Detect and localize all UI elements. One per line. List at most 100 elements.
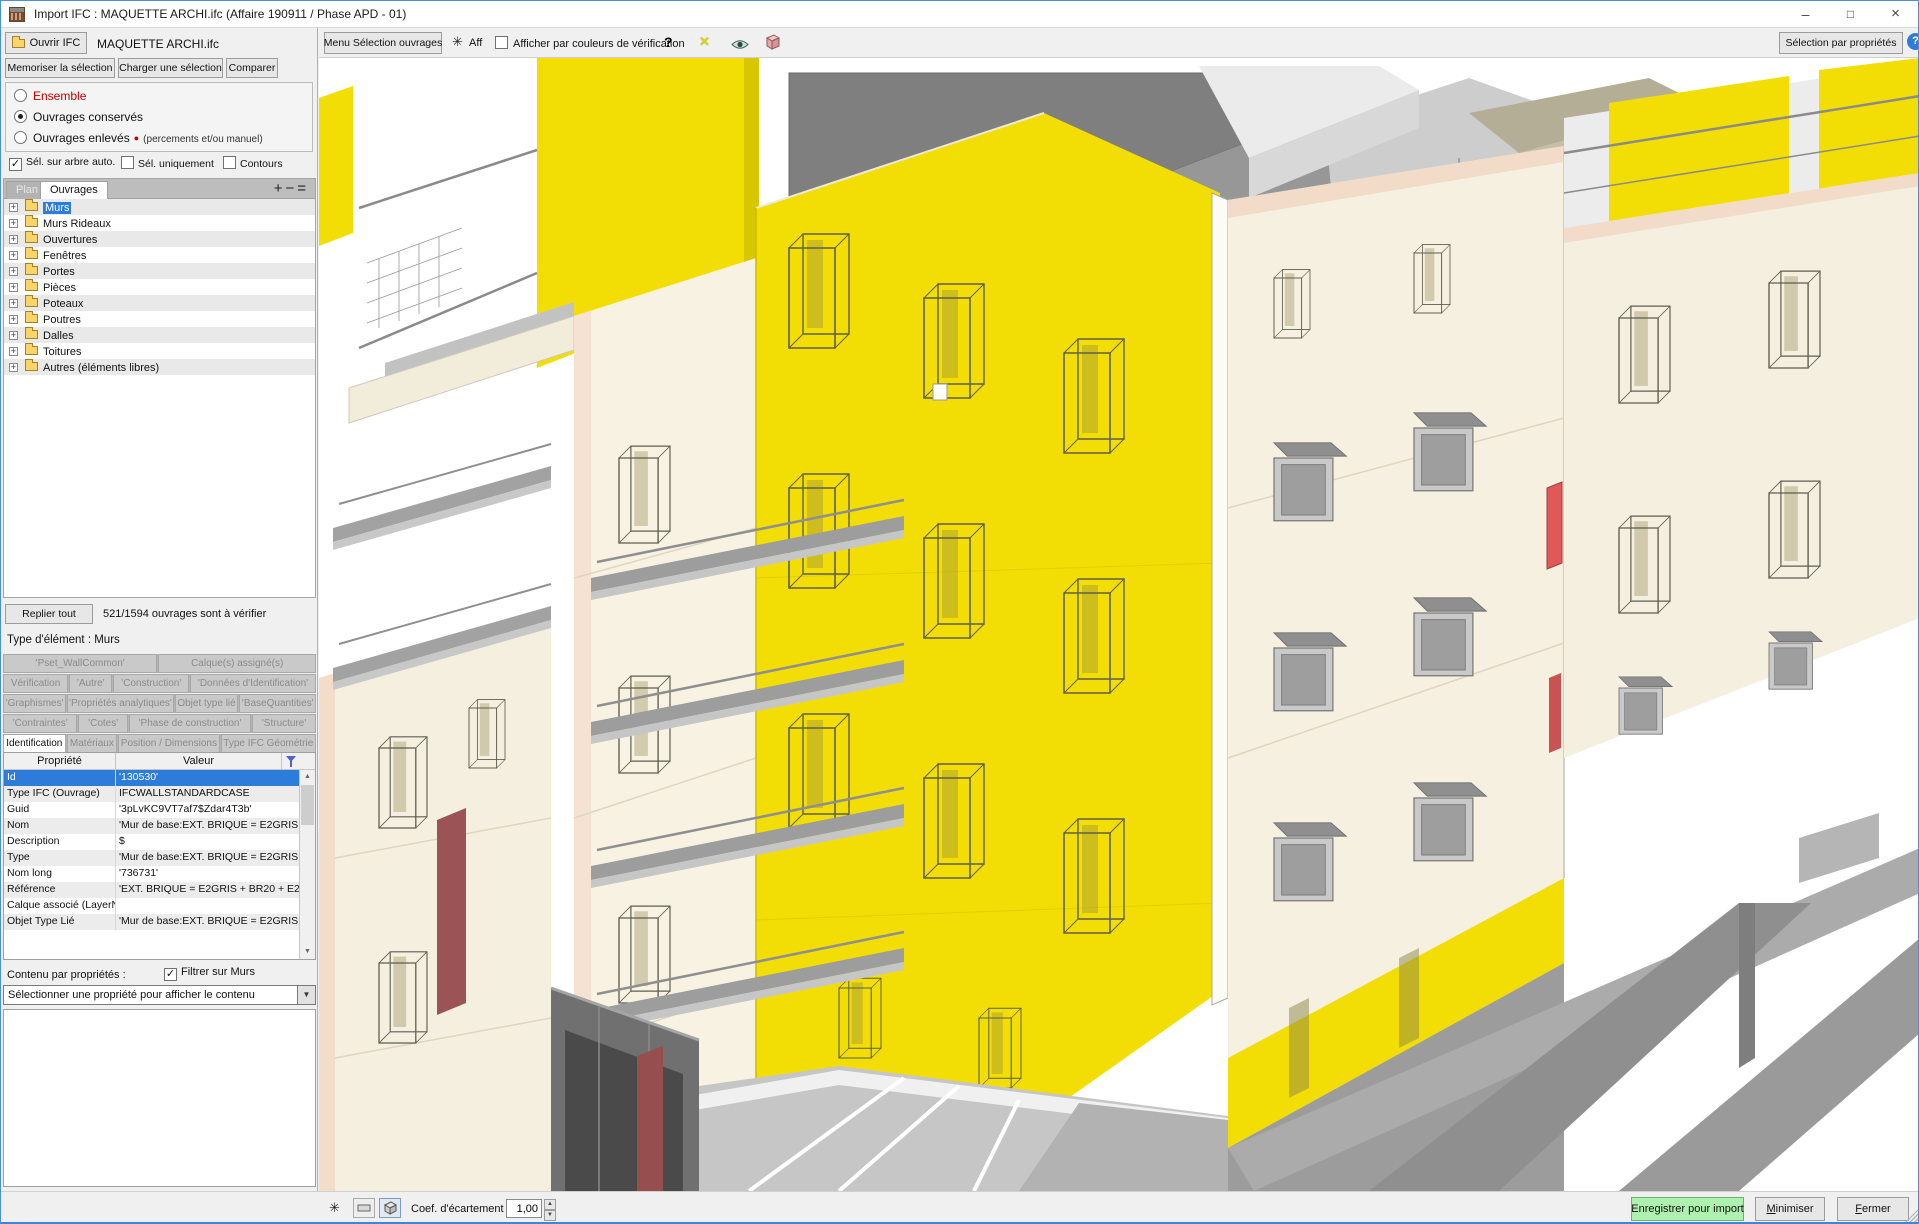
tree-item-dalles[interactable]: +Dalles: [4, 327, 315, 343]
tree-zoom-buttons[interactable]: +−=: [274, 179, 309, 198]
3d-view-button[interactable]: [379, 1198, 401, 1218]
help-question-icon[interactable]: ?: [664, 34, 673, 50]
property-row-type-ifc[interactable]: Type IFC (Ouvrage)IFCWALLSTANDARDCASE: [4, 786, 315, 802]
tree-item-toitures[interactable]: +Toitures: [4, 343, 315, 359]
tab-structure[interactable]: 'Structure': [252, 714, 316, 733]
checkbox-icon: [121, 156, 134, 169]
tab-proprietes-analytiques[interactable]: 'Propriétés analytiques': [67, 694, 173, 713]
checkbox-sel-uniquement[interactable]: Sél. uniquement: [121, 156, 214, 170]
tab-position-dimensions[interactable]: Position / Dimensions: [118, 734, 219, 753]
column-propriete: Propriété: [4, 753, 116, 769]
property-row-nom[interactable]: Nom'Mur de base:EXT. BRIQUE = E2GRIS + E: [4, 818, 315, 834]
scroll-down-icon[interactable]: ▼: [300, 945, 315, 959]
tree-item-autres[interactable]: +Autres (éléments libres): [4, 359, 315, 375]
expand-icon[interactable]: +: [9, 363, 18, 372]
resize-grip[interactable]: [1904, 1209, 1918, 1223]
radio-ensemble[interactable]: Ensemble: [14, 89, 86, 103]
open-ifc-button[interactable]: Ouvrir IFC: [5, 32, 87, 54]
property-row-nom-long[interactable]: Nom long'736731': [4, 866, 315, 882]
expand-icon[interactable]: +: [9, 219, 18, 228]
red-dot-icon: ●: [134, 133, 139, 143]
scrollbar-thumb[interactable]: [301, 785, 314, 825]
eye-icon[interactable]: [731, 37, 749, 55]
snowflake-icon[interactable]: ✳: [452, 34, 463, 50]
tree-item-murs-rideaux[interactable]: +Murs Rideaux: [4, 215, 315, 231]
tab-cotes[interactable]: 'Cotes': [78, 714, 127, 733]
expand-icon[interactable]: +: [9, 251, 18, 260]
yellow-x-icon[interactable]: ✕: [699, 34, 710, 50]
folder-icon: [25, 362, 38, 371]
minimiser-button[interactable]: Minimiser: [1755, 1197, 1825, 1221]
tab-objet-type-lie[interactable]: Objet type lié: [175, 694, 239, 713]
selection-par-proprietes-button[interactable]: Sélection par propriétés: [1779, 32, 1903, 54]
expand-icon[interactable]: +: [9, 267, 18, 276]
tab-phase-construction[interactable]: 'Phase de construction': [129, 714, 251, 733]
tab-verification[interactable]: Vérification: [3, 674, 68, 693]
property-row-id[interactable]: Id'130530': [4, 770, 315, 786]
tree-item-portes[interactable]: +Portes: [4, 263, 315, 279]
expand-icon[interactable]: +: [9, 331, 18, 340]
tree-item-poteaux[interactable]: +Poteaux: [4, 295, 315, 311]
filter-icon[interactable]: [282, 753, 299, 769]
tree-item-murs[interactable]: +Murs: [4, 199, 315, 215]
fermer-button[interactable]: Fermer: [1837, 1197, 1909, 1221]
tab-basequantities[interactable]: 'BaseQuantities': [239, 694, 316, 713]
tab-contraintes[interactable]: 'Contraintes': [3, 714, 77, 733]
property-row-objet-type-lie[interactable]: Objet Type Lié'Mur de base:EXT. BRIQUE =…: [4, 914, 315, 930]
tab-type-ifc-geometrie[interactable]: Type IFC Géométrie: [221, 734, 316, 753]
help-circle-icon[interactable]: ?: [1907, 33, 1919, 50]
folder-icon: [25, 202, 38, 211]
tab-pset-wallcommon[interactable]: 'Pset_WallCommon': [3, 654, 157, 673]
window-close-button[interactable]: ×: [1873, 1, 1918, 28]
menu-selection-ouvrages-button[interactable]: Menu Sélection ouvrages: [324, 32, 442, 54]
load-selection-button[interactable]: Charger une sélection: [118, 58, 223, 78]
properties-scrollbar[interactable]: ▲ ▼: [299, 770, 315, 959]
checkbox-sel-arbre-auto[interactable]: ✓Sél. sur arbre auto.: [9, 156, 115, 171]
tab-autre[interactable]: 'Autre': [69, 674, 112, 693]
radio-ouvrages-enleves[interactable]: Ouvrages enlevés●(percements et/ou manue…: [14, 131, 263, 145]
window-minimize-button[interactable]: –: [1783, 1, 1828, 28]
checkbox-icon: [223, 156, 236, 169]
tab-calques-assignes[interactable]: Calque(s) assigné(s): [158, 654, 316, 673]
expand-icon[interactable]: +: [9, 347, 18, 356]
coef-ecartement-input[interactable]: [506, 1199, 542, 1218]
checkbox-filtrer-sur-murs[interactable]: ✓Filtrer sur Murs: [164, 966, 255, 981]
expand-icon[interactable]: +: [9, 315, 18, 324]
tree-item-pieces[interactable]: +Pièces: [4, 279, 315, 295]
tab-ouvrages[interactable]: Ouvrages: [40, 181, 108, 199]
tree-item-poutres[interactable]: +Poutres: [4, 311, 315, 327]
property-row-calque-associe[interactable]: Calque associé (LayerNa: [4, 898, 315, 914]
tab-construction[interactable]: 'Construction': [113, 674, 189, 693]
property-content-dropdown[interactable]: Sélectionner une propriété pour afficher…: [3, 985, 316, 1005]
compare-button[interactable]: Comparer: [226, 58, 278, 78]
property-row-guid[interactable]: Guid'3pLvKC9VT7af7$Zdar4T3b': [4, 802, 315, 818]
tab-donnees-identification[interactable]: 'Données d'Identification': [190, 674, 316, 693]
expand-icon[interactable]: +: [9, 299, 18, 308]
chevron-down-icon[interactable]: ▼: [297, 986, 315, 1004]
snowflake-icon[interactable]: ✳: [329, 1200, 340, 1216]
radio-ouvrages-conserves[interactable]: Ouvrages conservés: [14, 110, 143, 124]
tree-tab-strip: Plan Ouvrages +−=: [4, 179, 315, 199]
flat-view-button[interactable]: [353, 1198, 375, 1218]
tree-item-fenetres[interactable]: +Fenêtres: [4, 247, 315, 263]
memorize-selection-button[interactable]: Memoriser la sélection: [5, 58, 115, 78]
tab-graphismes[interactable]: 'Graphismes': [3, 694, 66, 713]
checkbox-contours[interactable]: Contours: [223, 156, 283, 170]
material-cube-icon[interactable]: [763, 33, 781, 56]
enregistrer-pour-import-button[interactable]: Enregistrer pour import: [1631, 1197, 1744, 1221]
collapse-all-button[interactable]: Replier tout: [5, 604, 93, 624]
scroll-up-icon[interactable]: ▲: [300, 770, 315, 784]
expand-icon[interactable]: +: [9, 235, 18, 244]
window-maximize-button[interactable]: □: [1828, 1, 1873, 28]
checkbox-afficher-couleurs[interactable]: Afficher par couleurs de vérification: [495, 36, 685, 50]
coef-spinner[interactable]: ▲ ▼: [544, 1199, 556, 1218]
property-row-type[interactable]: Type'Mur de base:EXT. BRIQUE = E2GRIS + …: [4, 850, 315, 866]
tab-identification[interactable]: Identification: [3, 734, 66, 753]
3d-viewport[interactable]: [319, 58, 1919, 1191]
property-row-description[interactable]: Description$: [4, 834, 315, 850]
tree-item-ouvertures[interactable]: +Ouvertures: [4, 231, 315, 247]
tab-materiaux[interactable]: Matériaux: [67, 734, 118, 753]
expand-icon[interactable]: +: [9, 203, 18, 212]
property-row-reference[interactable]: Référence'EXT. BRIQUE = E2GRIS + BR20 + …: [4, 882, 315, 898]
expand-icon[interactable]: +: [9, 283, 18, 292]
